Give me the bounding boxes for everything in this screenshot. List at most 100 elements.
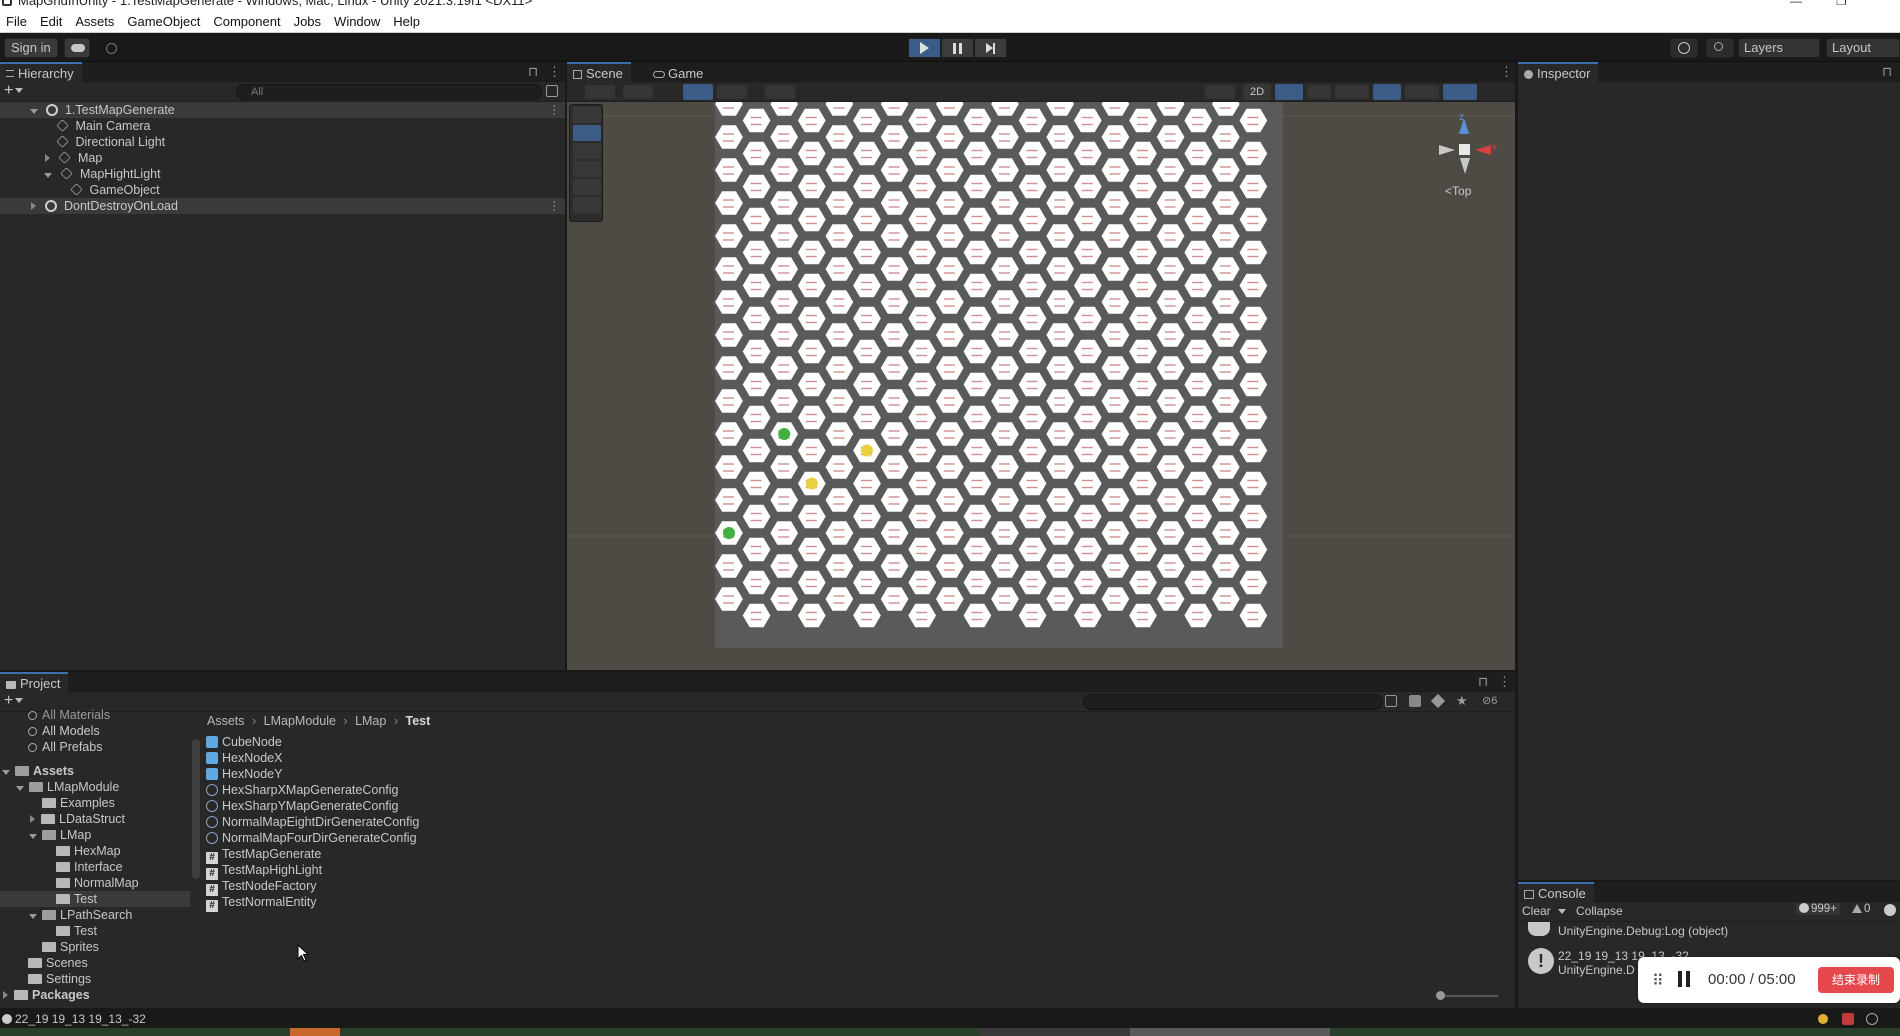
asset-item[interactable]: CubeNode: [206, 734, 906, 750]
tab-game[interactable]: Game: [647, 62, 711, 82]
menu-file[interactable]: File: [0, 10, 34, 29]
asset-item[interactable]: # TestNodeFactory: [206, 878, 906, 896]
chevron-down-icon[interactable]: [29, 914, 37, 919]
asset-item[interactable]: HexSharpXMapGenerateConfig: [206, 782, 906, 798]
cache-server-icon[interactable]: [1842, 1013, 1854, 1025]
asset-item[interactable]: HexSharpYMapGenerateConfig: [206, 798, 906, 814]
hierarchy-search-input[interactable]: All: [236, 84, 542, 100]
chevron-down-icon[interactable]: [2, 770, 10, 775]
view-label[interactable]: <Top: [1445, 184, 1471, 198]
asset-item[interactable]: # TestMapHighLight: [206, 862, 906, 880]
tree-ldatastruct[interactable]: LDataStruct: [0, 811, 192, 827]
move-tool[interactable]: [573, 125, 601, 141]
menu-component[interactable]: Component: [207, 10, 287, 29]
tree-lpathsearch[interactable]: LPathSearch: [0, 907, 192, 923]
chevron-down-icon[interactable]: [44, 173, 52, 178]
menu-jobs[interactable]: Jobs: [288, 10, 328, 29]
collab-button[interactable]: [98, 38, 124, 58]
audio-toggle-icon[interactable]: [1307, 85, 1331, 99]
orientation-gizmo[interactable]: z x <Top: [1425, 112, 1505, 202]
favorite-all-prefabs[interactable]: All Prefabs: [0, 739, 192, 755]
asset-item[interactable]: HexNodeX: [206, 750, 906, 766]
tag-icon[interactable]: [1430, 693, 1446, 709]
hierarchy-item-map[interactable]: Map: [0, 150, 565, 166]
filter-icon[interactable]: [546, 85, 558, 97]
drag-handle-icon[interactable]: ⠿: [1652, 971, 1664, 991]
project-search-input[interactable]: [1083, 694, 1383, 710]
asset-item[interactable]: NormalMapFourDirGenerateConfig: [206, 830, 906, 846]
snap-increment-icon[interactable]: [717, 85, 747, 99]
pause-recording-icon[interactable]: [1678, 971, 1690, 987]
chevron-down-icon[interactable]: [16, 786, 24, 791]
camera-settings-icon[interactable]: [1405, 85, 1439, 99]
tree-packages[interactable]: Packages: [0, 987, 192, 1003]
hierarchy-item-directional-light[interactable]: Directional Light: [0, 134, 565, 150]
hierarchy-item-dontdestroyonload[interactable]: DontDestroyOnLoad ⋮: [0, 198, 565, 214]
console-entry[interactable]: UnityEngine.Debug:Log (object): [1518, 922, 1900, 944]
breadcrumb-test[interactable]: Test: [405, 714, 430, 728]
clear-button[interactable]: Clear: [1522, 904, 1551, 918]
cloud-button[interactable]: [64, 38, 90, 58]
tab-hierarchy[interactable]: Hierarchy: [0, 62, 82, 82]
menu-window[interactable]: Window: [328, 10, 387, 29]
menu-help[interactable]: Help: [387, 10, 427, 29]
hierarchy-item-main-camera[interactable]: Main Camera: [0, 118, 565, 134]
tab-scene[interactable]: Scene: [567, 62, 631, 82]
tree-examples[interactable]: Examples: [0, 795, 192, 811]
history-button[interactable]: [1670, 38, 1698, 58]
chevron-right-icon[interactable]: [45, 154, 50, 162]
play-button[interactable]: [908, 38, 941, 58]
taskbar-app-icon[interactable]: [980, 1028, 1130, 1036]
chevron-right-icon[interactable]: [30, 815, 35, 823]
rotate-tool[interactable]: [573, 143, 601, 159]
asset-item[interactable]: # TestNormalEntity: [206, 894, 906, 912]
tree-sprites[interactable]: Sprites: [0, 939, 192, 955]
tree-lmap-test[interactable]: Test: [0, 891, 190, 907]
tree-scenes[interactable]: Scenes: [0, 955, 192, 971]
tree-assets[interactable]: Assets: [0, 763, 192, 779]
add-icon[interactable]: +: [4, 82, 24, 100]
search-by-type-icon[interactable]: [1385, 695, 1397, 707]
lock-icon[interactable]: ⊓: [528, 64, 538, 80]
taskbar-app-icon[interactable]: [290, 1028, 340, 1036]
effects-toggle-icon[interactable]: [1335, 85, 1369, 99]
shading-icon[interactable]: [623, 85, 653, 99]
log-count-toggle[interactable]: 999+: [1796, 903, 1840, 915]
kebab-menu-icon[interactable]: ⋮: [548, 102, 561, 118]
chevron-down-icon[interactable]: [1558, 909, 1566, 914]
chevron-right-icon[interactable]: [31, 202, 36, 210]
icon-size-slider[interactable]: [1436, 991, 1498, 1000]
bug-icon[interactable]: [1818, 1014, 1828, 1024]
lock-icon[interactable]: ⊓: [1478, 674, 1488, 690]
grid-snap-icon[interactable]: [683, 84, 713, 100]
scene-viewport[interactable]: z x <Top: [567, 102, 1515, 670]
network-icon[interactable]: [1866, 1013, 1878, 1025]
lighting-toggle-icon[interactable]: [1275, 84, 1303, 100]
kebab-menu-icon[interactable]: ⋮: [548, 198, 561, 214]
tree-lmap[interactable]: LMap: [0, 827, 192, 843]
tree-interface[interactable]: Interface: [0, 859, 192, 875]
gizmos-toggle-icon[interactable]: [1443, 84, 1477, 100]
hidden-objects-icon[interactable]: [1373, 84, 1401, 100]
layers-dropdown[interactable]: Layers: [1738, 38, 1820, 70]
asset-item[interactable]: HexNodeY: [206, 766, 906, 782]
menu-gameobject[interactable]: GameObject: [121, 10, 207, 29]
asset-item[interactable]: NormalMapEightDirGenerateConfig: [206, 814, 906, 830]
stop-recording-button[interactable]: 结束录制: [1818, 967, 1894, 993]
hierarchy-item-scene[interactable]: 1.TestMapGenerate ⋮: [0, 102, 565, 118]
orientation-icon[interactable]: [1205, 85, 1235, 99]
kebab-menu-icon[interactable]: ⋮: [1500, 64, 1513, 80]
minimize-icon[interactable]: —: [1790, 0, 1802, 8]
breadcrumb-assets[interactable]: Assets: [207, 714, 245, 728]
pause-button[interactable]: [941, 38, 974, 58]
tab-project[interactable]: Project: [0, 672, 69, 692]
breadcrumb-lmap[interactable]: LMap: [355, 714, 386, 728]
hierarchy-item-maphightlight[interactable]: MapHightLight: [0, 166, 565, 182]
tree-normalmap[interactable]: NormalMap: [0, 875, 192, 891]
grid-visibility-icon[interactable]: [765, 85, 795, 99]
chevron-right-icon[interactable]: [3, 991, 8, 999]
step-button[interactable]: [974, 38, 1007, 58]
rect-tool[interactable]: [573, 179, 601, 195]
error-count-icon[interactable]: [1884, 904, 1896, 916]
scene-canvas[interactable]: [567, 102, 1515, 670]
